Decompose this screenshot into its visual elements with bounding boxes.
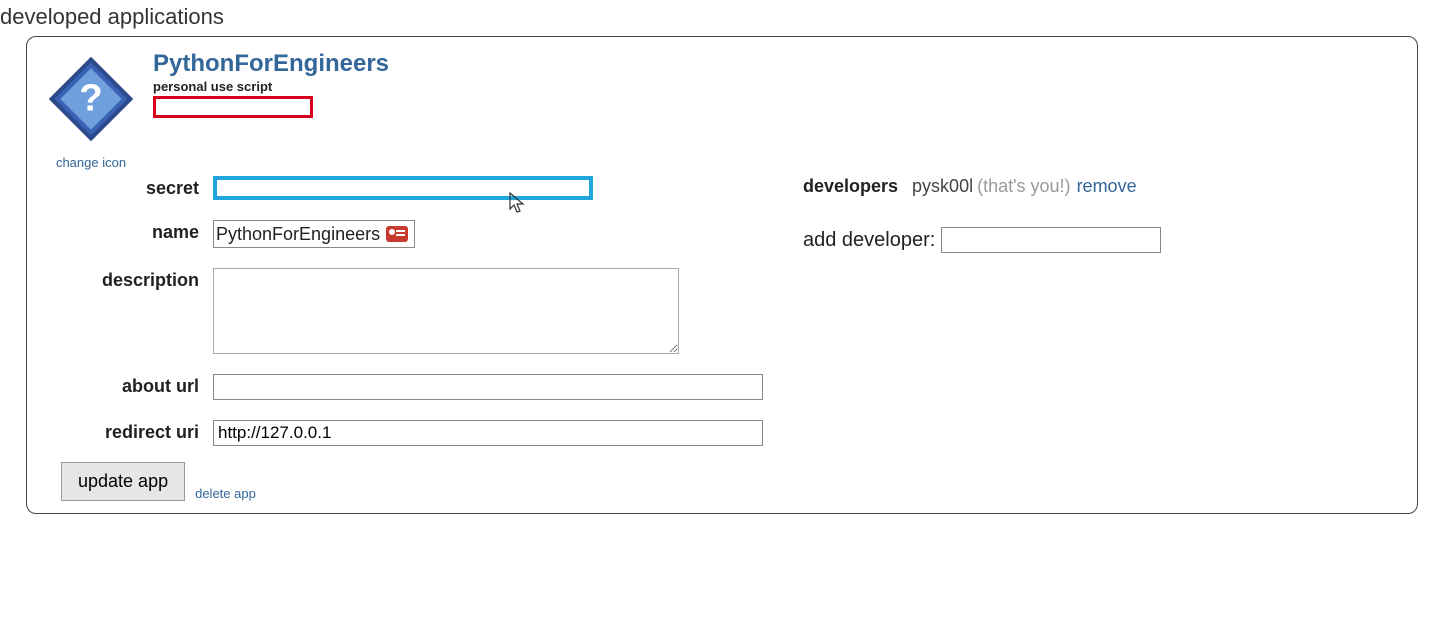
page-title: developed applications: [0, 0, 1444, 30]
about-url-input[interactable]: [213, 374, 763, 400]
add-developer-row: add developer:: [803, 227, 1161, 253]
remove-developer-link[interactable]: remove: [1077, 176, 1137, 197]
redirect-uri-label: redirect uri: [43, 420, 213, 443]
description-label: description: [43, 268, 213, 291]
app-header: ? change icon PythonForEngineers persona…: [43, 51, 1401, 170]
name-label: name: [43, 220, 213, 243]
about-url-label: about url: [43, 374, 213, 397]
change-icon-link[interactable]: change icon: [56, 155, 126, 170]
header-text: PythonForEngineers personal use script: [153, 51, 389, 118]
developers-row: developers pysk00l (that's you!) remove: [803, 176, 1161, 197]
name-row: name PythonForEngineers: [43, 220, 763, 248]
app-name-title[interactable]: PythonForEngineers: [153, 51, 389, 77]
client-id-highlight: [153, 96, 313, 118]
add-developer-label: add developer:: [803, 229, 935, 252]
secret-highlight: [213, 176, 593, 200]
svg-text:?: ?: [79, 77, 102, 120]
description-row: description: [43, 268, 763, 354]
left-column: secret name PythonForEngineers descripti…: [43, 176, 763, 501]
redirect-uri-row: redirect uri: [43, 420, 763, 446]
thats-you-text: (that's you!): [977, 176, 1070, 197]
about-url-row: about url: [43, 374, 763, 400]
right-column: developers pysk00l (that's you!) remove …: [803, 176, 1161, 501]
add-developer-input[interactable]: [941, 227, 1161, 253]
app-card: ? change icon PythonForEngineers persona…: [26, 36, 1418, 514]
developers-label: developers: [803, 176, 912, 197]
description-input[interactable]: [213, 268, 679, 354]
form-body: secret name PythonForEngineers descripti…: [43, 176, 1401, 501]
redirect-uri-input[interactable]: [213, 420, 763, 446]
app-icon: ?: [43, 51, 139, 147]
app-type-label: personal use script: [153, 79, 389, 94]
developer-username[interactable]: pysk00l: [912, 176, 973, 197]
update-app-button[interactable]: update app: [61, 462, 185, 501]
icon-column: ? change icon: [43, 51, 139, 170]
id-badge-icon: [386, 226, 408, 242]
delete-app-link[interactable]: delete app: [195, 486, 256, 501]
secret-row: secret: [43, 176, 763, 200]
actions-row: update app delete app: [43, 462, 763, 501]
name-input-wrap[interactable]: PythonForEngineers: [213, 220, 415, 248]
name-value: PythonForEngineers: [216, 224, 386, 245]
secret-label: secret: [43, 176, 213, 199]
